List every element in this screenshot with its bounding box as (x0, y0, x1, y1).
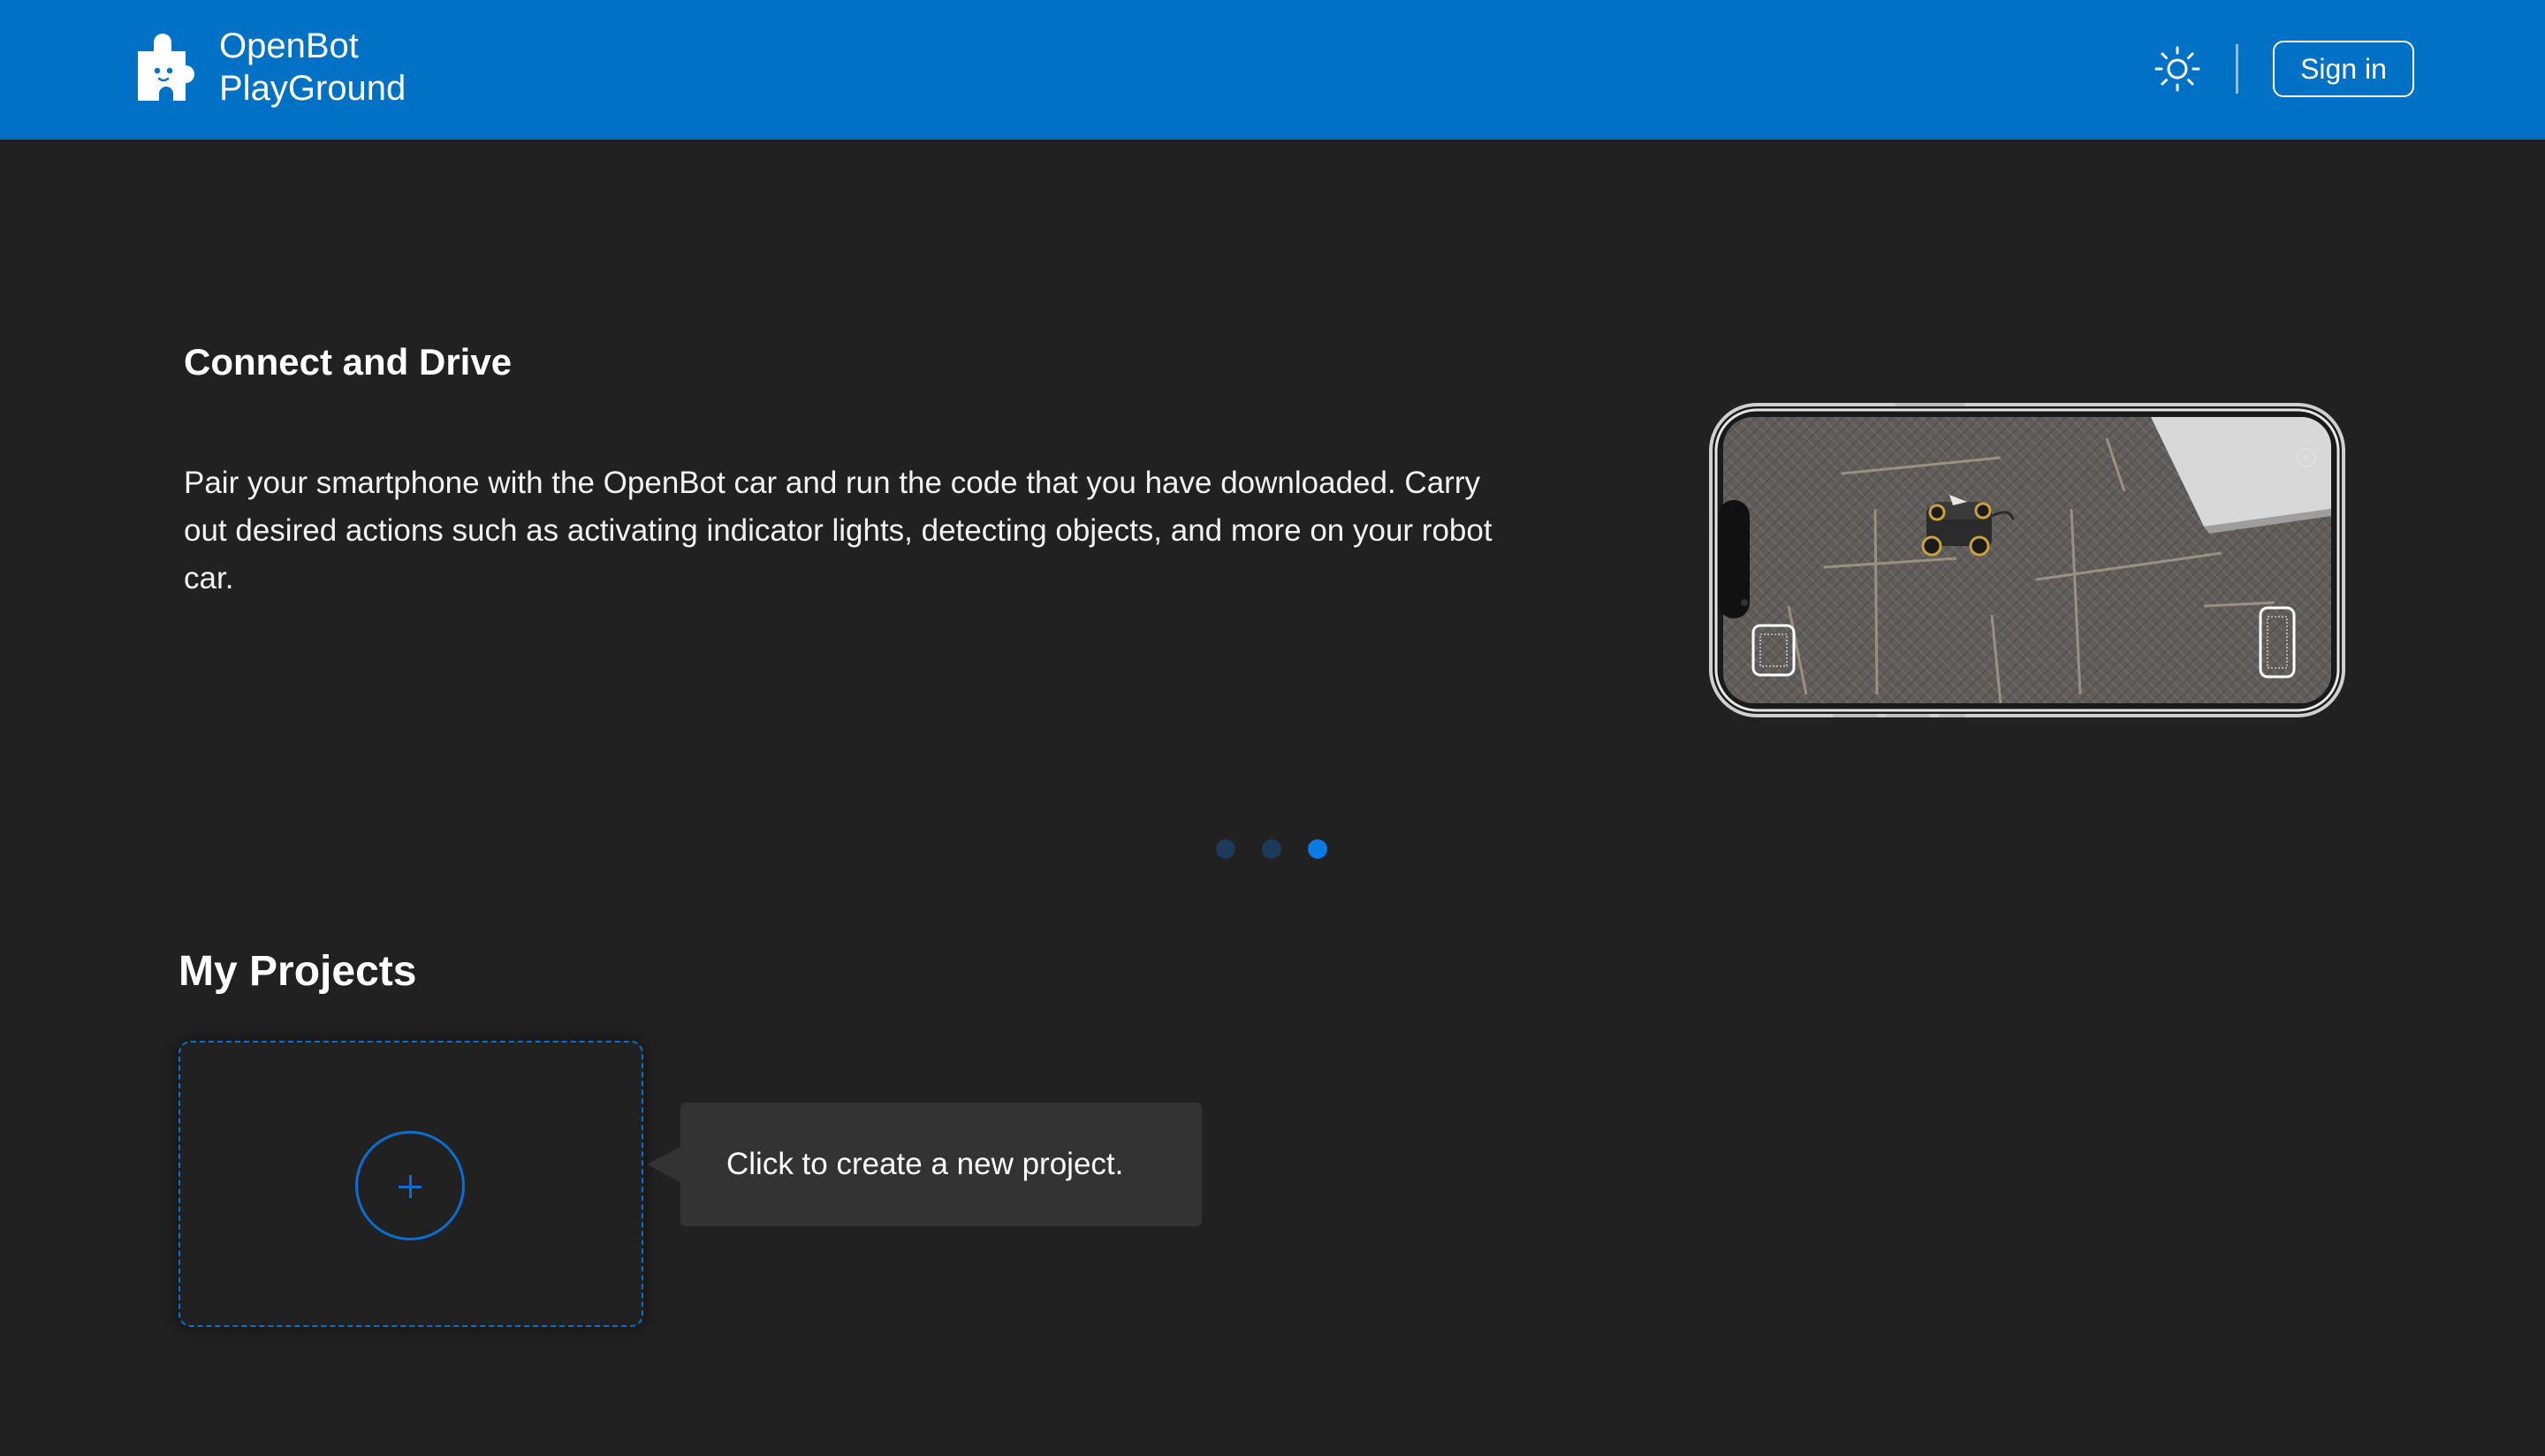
my-projects-heading: My Projects (179, 948, 417, 995)
create-project-card[interactable] (179, 1041, 643, 1327)
tooltip-text: Click to create a new project. (726, 1147, 1124, 1181)
sun-icon[interactable] (2153, 44, 2202, 94)
brand-name[interactable]: OpenBot PlayGround (219, 25, 406, 110)
sign-in-button[interactable]: Sign in (2273, 41, 2414, 97)
openbot-logo-icon[interactable] (131, 32, 201, 106)
app-header: OpenBot PlayGround Sign in (0, 0, 2545, 140)
carousel-dot-1[interactable] (1216, 839, 1235, 859)
carousel-dot-2[interactable] (1262, 839, 1281, 859)
create-project-tooltip: Click to create a new project. (647, 1103, 1202, 1226)
slide-description: Pair your smartphone with the OpenBot ca… (184, 466, 1493, 595)
carousel-dots (1216, 839, 1327, 859)
carousel-dot-3[interactable] (1308, 839, 1327, 859)
plus-icon[interactable] (355, 1131, 465, 1240)
phone-robot-car-illustration (1709, 403, 2345, 717)
header-divider (2236, 44, 2238, 94)
brand-line-2: PlayGround (219, 69, 406, 108)
brand-line-1: OpenBot (219, 27, 359, 65)
tooltip-arrow (647, 1147, 680, 1182)
slide-title: Connect and Drive (184, 341, 513, 383)
